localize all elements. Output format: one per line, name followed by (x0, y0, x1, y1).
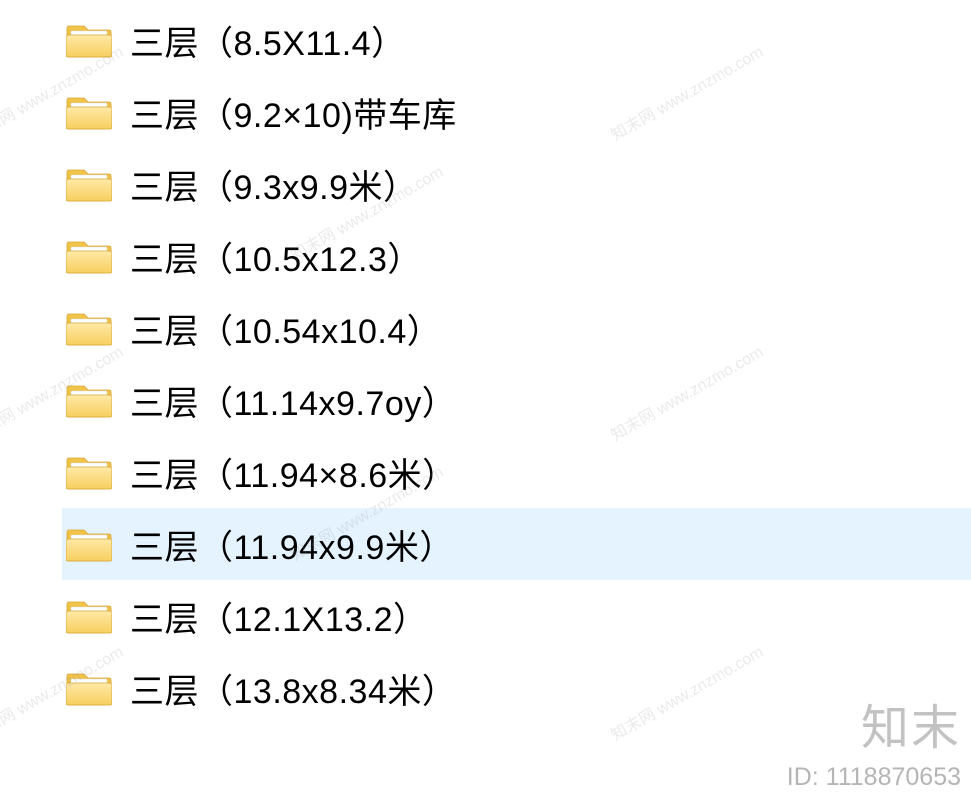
folder-label: 三层（11.94x9.9米） (130, 520, 454, 569)
folder-label: 三层（11.94×8.6米） (130, 448, 457, 497)
folder-item[interactable]: 三层（10.5x12.3） (62, 220, 971, 292)
folder-item[interactable]: 三层（9.3x9.9米） (62, 148, 971, 220)
folder-icon (66, 521, 112, 567)
folder-item[interactable]: 三层（11.94x9.9米） (62, 508, 971, 580)
folder-label: 三层（10.5x12.3） (130, 232, 422, 281)
folder-label: 三层（11.14x9.7oy） (130, 376, 456, 425)
folder-item[interactable]: 三层（13.8x8.34米） (62, 652, 971, 724)
folder-icon (66, 377, 112, 423)
folder-icon (66, 17, 112, 63)
folder-icon (66, 233, 112, 279)
folder-list: 三层（8.5X11.4） 三层（9.2×10)带车库三层（9.3x9.9米） 三层（… (0, 0, 971, 724)
folder-label: 三层（8.5X11.4） (130, 16, 406, 65)
folder-icon (66, 161, 112, 207)
folder-icon (66, 449, 112, 495)
folder-item[interactable]: 三层（11.14x9.7oy） (62, 364, 971, 436)
folder-icon (66, 89, 112, 135)
folder-item[interactable]: 三层（8.5X11.4） (62, 4, 971, 76)
folder-icon (66, 593, 112, 639)
folder-item[interactable]: 三层（9.2×10)带车库 (62, 76, 971, 148)
folder-icon (66, 305, 112, 351)
folder-label: 三层（10.54x10.4） (130, 304, 441, 353)
folder-label: 三层（9.2×10)带车库 (130, 88, 457, 137)
watermark-brand: 知末 (861, 688, 961, 758)
folder-label: 三层（13.8x8.34米） (130, 664, 456, 713)
folder-item[interactable]: 三层（10.54x10.4） (62, 292, 971, 364)
watermark-id: ID: 1118870653 (787, 763, 961, 792)
folder-label: 三层（9.3x9.9米） (130, 160, 418, 209)
folder-icon (66, 665, 112, 711)
folder-item[interactable]: 三层（12.1X13.2） (62, 580, 971, 652)
folder-item[interactable]: 三层（11.94×8.6米） (62, 436, 971, 508)
folder-label: 三层（12.1X13.2） (130, 592, 428, 641)
